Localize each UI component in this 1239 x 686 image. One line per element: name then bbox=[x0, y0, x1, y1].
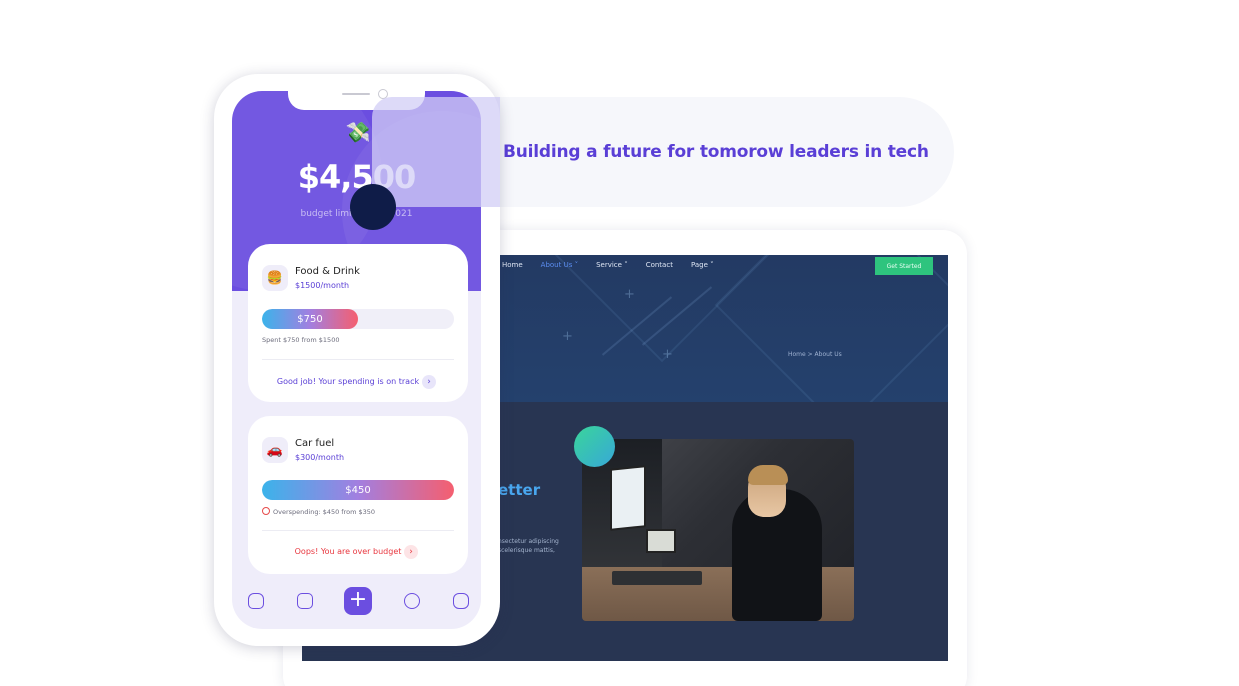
progress-track: $450 bbox=[262, 480, 454, 500]
status-message[interactable]: Good job! Your spending is on track bbox=[248, 377, 448, 386]
hero-photo bbox=[582, 439, 854, 621]
spent-note: Spent $750 from $1500 bbox=[262, 336, 340, 344]
website-body-text: nsectetur adipiscing scelerisque mattis, bbox=[498, 537, 559, 555]
nav-item-service[interactable]: Service ˅ bbox=[596, 261, 628, 269]
budget-limit: $1500/month bbox=[295, 281, 349, 290]
decor-plus: + bbox=[624, 287, 635, 302]
website-heading: etter bbox=[498, 481, 541, 499]
get-started-button[interactable]: Get Started bbox=[875, 257, 933, 275]
budget-limit-value: $300 bbox=[295, 453, 316, 462]
photo-monitor bbox=[610, 465, 646, 531]
photo-person-hair bbox=[748, 465, 788, 485]
website-body-line: nsectetur adipiscing bbox=[498, 538, 559, 545]
headline-text: Building a future for tomorow leaders in… bbox=[503, 142, 929, 162]
decor-plus: + bbox=[662, 347, 673, 362]
budget-name: Food & Drink bbox=[295, 266, 360, 277]
nav-item-about[interactable]: About Us ˅ bbox=[541, 261, 578, 269]
status-message[interactable]: Oops! You are over budget bbox=[248, 547, 448, 556]
chevron-right-icon[interactable]: › bbox=[404, 545, 418, 559]
budget-period: /month bbox=[320, 281, 350, 290]
burger-icon: 🍔 bbox=[262, 265, 288, 291]
budget-name: Car fuel bbox=[295, 438, 335, 449]
website-nav: Home About Us ˅ Service ˅ Contact Page ˅ bbox=[502, 261, 714, 269]
warning-icon bbox=[262, 507, 270, 515]
card-divider bbox=[262, 530, 454, 531]
add-button[interactable]: + bbox=[344, 587, 372, 615]
photo-keyboard bbox=[612, 571, 702, 585]
budget-subtitle-left: budget limi bbox=[300, 209, 352, 219]
car-icon: 🚗 bbox=[262, 437, 288, 463]
budget-limit: $300/month bbox=[295, 453, 344, 462]
chart-icon[interactable] bbox=[404, 593, 420, 609]
progress-track: $750 bbox=[262, 309, 454, 329]
card-divider bbox=[262, 359, 454, 360]
nav-item-home[interactable]: Home bbox=[502, 261, 523, 269]
budget-limit-value: $1500 bbox=[295, 281, 321, 290]
nav-item-contact[interactable]: Contact bbox=[646, 261, 673, 269]
stage: Building a future for tomorow leaders in… bbox=[0, 0, 1239, 686]
decor-diamond bbox=[714, 255, 948, 402]
phone-speaker bbox=[342, 93, 370, 95]
home-icon[interactable] bbox=[248, 593, 264, 609]
overspending-text: Overspending: $450 from $350 bbox=[273, 508, 376, 516]
pill-overlay bbox=[372, 97, 500, 207]
money-wings-icon: 💸 bbox=[345, 122, 371, 144]
photo-laptop bbox=[646, 529, 676, 553]
overspending-note: Overspending: $450 from $350 bbox=[262, 507, 375, 516]
chevron-right-icon[interactable]: › bbox=[422, 375, 436, 389]
budget-period: /month bbox=[315, 453, 345, 462]
wallet-icon[interactable] bbox=[297, 593, 313, 609]
nav-item-page[interactable]: Page ˅ bbox=[691, 261, 714, 269]
website-body-line: scelerisque mattis, bbox=[498, 547, 555, 554]
decor-plus: + bbox=[562, 329, 573, 344]
breadcrumb: Home > About Us bbox=[788, 351, 842, 358]
more-icon[interactable] bbox=[453, 593, 469, 609]
decor-orb bbox=[574, 426, 615, 467]
decor-dot bbox=[350, 184, 396, 230]
progress-fill: $750 bbox=[262, 309, 358, 329]
progress-fill: $450 bbox=[262, 480, 454, 500]
